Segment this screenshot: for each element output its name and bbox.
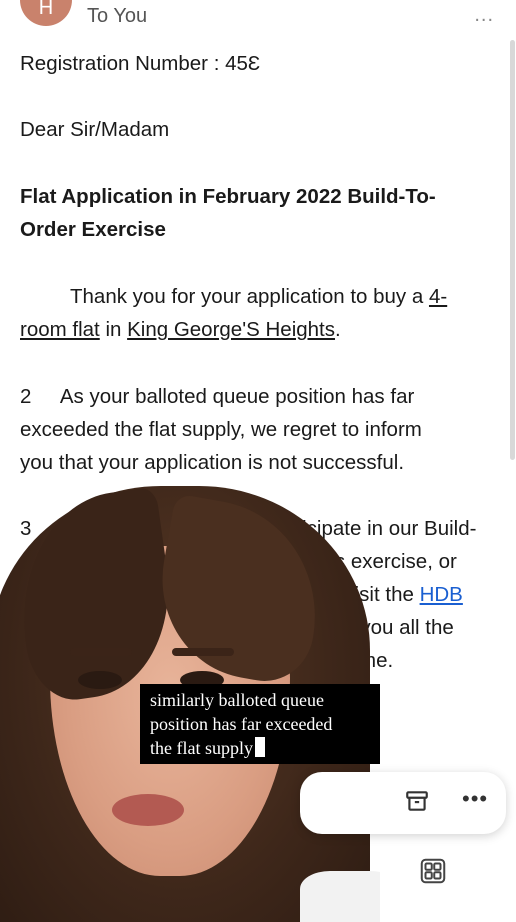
paragraph-1-line-1: Thank you for your application to buy a … [20,280,492,313]
caption-cursor [254,737,265,757]
paragraph-2-line-3: you that your application is not success… [20,451,405,474]
para1-suffix: . [335,318,341,341]
email-action-toolbar: ••• [300,772,506,834]
scrollbar[interactable] [510,40,515,460]
greeting: Dear Sir/Madam [20,118,170,141]
caption-line-1: similarly balloted queue [150,690,324,710]
flat-type-link[interactable]: 4- [429,285,447,308]
hdb-link[interactable]: HDB [420,583,463,606]
archive-icon[interactable] [404,788,430,816]
paragraph-1-line-2: room flat in King George'S Heights. [20,313,492,346]
sender-avatar[interactable]: H [20,0,72,26]
recipient-label: To You [87,5,148,27]
caption-line-3: the flat supply [150,736,370,760]
project-link[interactable]: King George'S Heights [127,318,335,341]
left-brow [70,648,132,656]
registration-number: Registration Number : 45Ɛ [20,52,261,75]
caption-line-2: position has far exceeded [150,714,333,734]
more-icon[interactable]: ••• [462,786,488,814]
mouth [112,794,184,826]
caption-line-3-text: the flat supply [150,738,253,758]
avatar-letter: H [38,0,54,19]
para1-text: Thank you for your application to buy a [70,285,429,308]
subject-line-2: Order Exercise [20,218,166,241]
flat-type-link-cont[interactable]: room flat [20,318,100,341]
left-eye [78,671,122,689]
video-caption: similarly balloted queue position has fa… [140,684,380,764]
more-options-icon[interactable]: ... [474,4,494,27]
paragraph-2-line-1: 2 As your balloted queue position has fa… [20,385,415,408]
right-brow [172,648,234,656]
subject-line-1: Flat Application in February 2022 Build-… [20,185,436,208]
shirt [300,871,380,922]
grid-icon[interactable] [418,856,448,886]
paragraph-2-line-2: exceeded the flat supply, we regret to i… [20,418,422,441]
para1-mid: in [99,318,128,341]
